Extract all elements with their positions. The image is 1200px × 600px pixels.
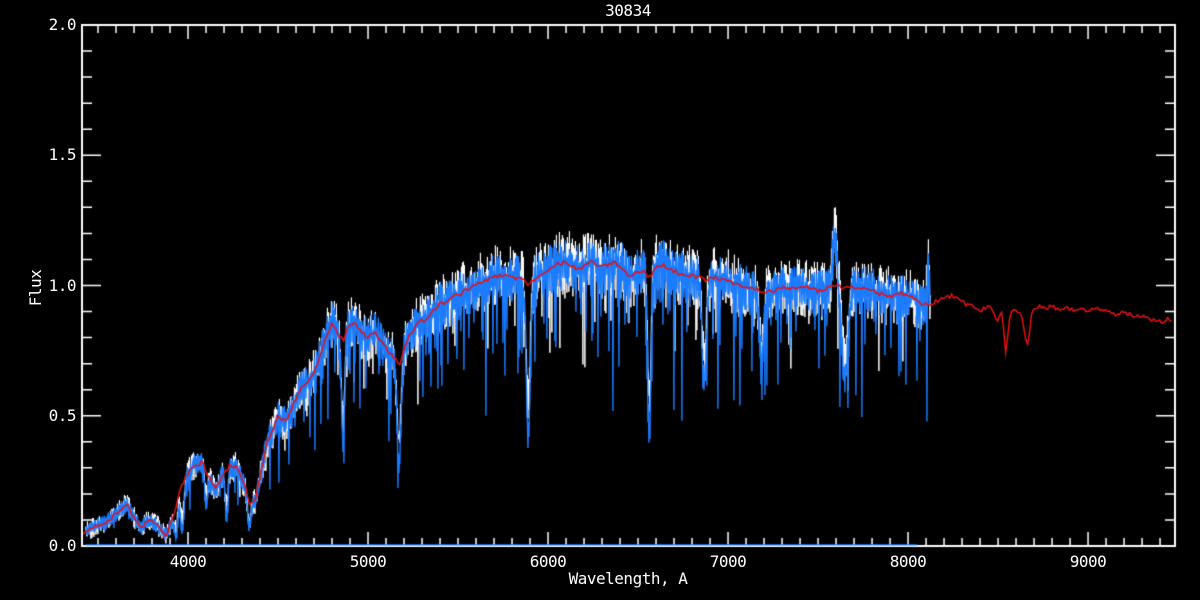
y-tick-label: 1.5 — [36, 147, 76, 163]
y-tick-label: 1.0 — [36, 278, 76, 294]
x-tick-label: 7000 — [710, 554, 747, 570]
x-tick-label: 8000 — [890, 554, 927, 570]
y-tick-label: 0.0 — [36, 538, 76, 554]
y-tick-label: 0.5 — [36, 408, 76, 424]
plot-title: 30834 — [605, 3, 651, 19]
spectrum-plot-canvas — [0, 0, 1200, 600]
x-tick-label: 6000 — [530, 554, 567, 570]
y-tick-label: 2.0 — [36, 17, 76, 33]
x-axis-label: Wavelength, A — [569, 571, 688, 587]
x-tick-label: 9000 — [1070, 554, 1107, 570]
x-tick-label: 4000 — [170, 554, 207, 570]
spectrum-figure: 30834 Wavelength, A Flux 400050006000700… — [0, 0, 1200, 600]
x-tick-label: 5000 — [350, 554, 387, 570]
